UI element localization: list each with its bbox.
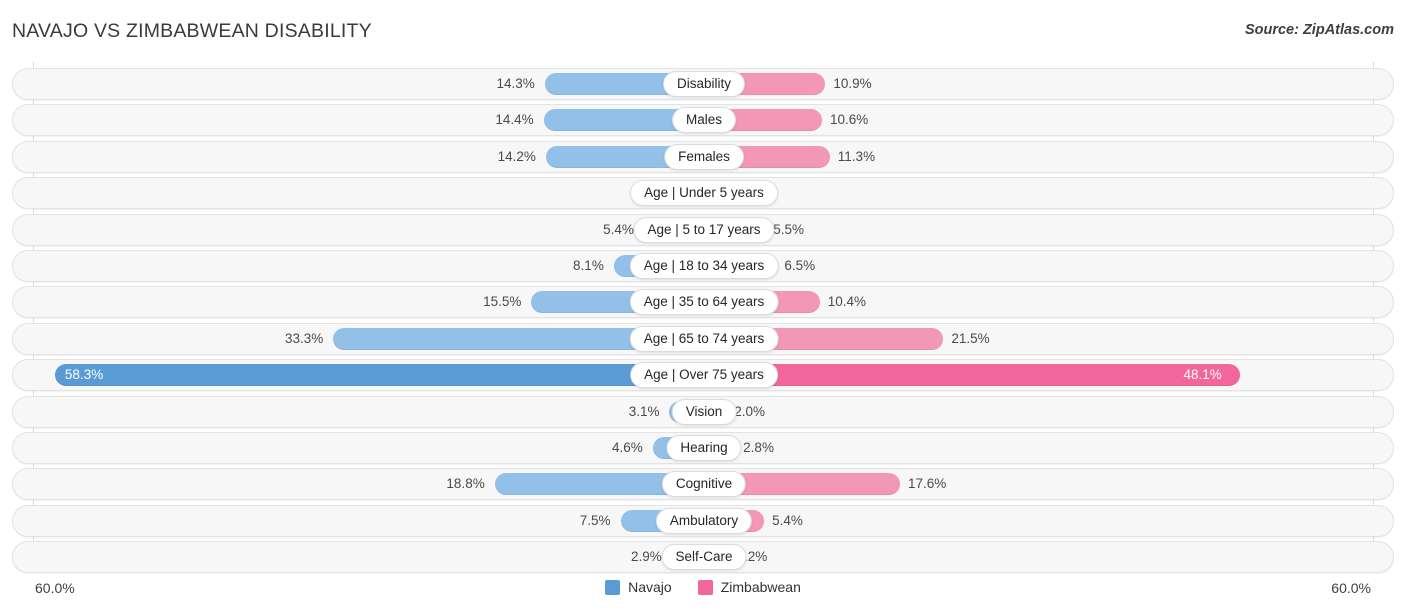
- value-label-zimbabwean: 11.3%: [837, 148, 876, 164]
- value-label-navajo: 7.5%: [579, 512, 611, 528]
- category-label[interactable]: Age | 65 to 74 years: [629, 325, 779, 352]
- table-row[interactable]: 18.8% 17.6% Cognitive: [12, 468, 1394, 501]
- category-label[interactable]: Ambulatory: [655, 507, 753, 534]
- row-content: 8.1% 6.5% Age | 18 to 34 years: [13, 251, 1393, 281]
- category-label[interactable]: Self-Care: [661, 544, 747, 571]
- row-content: 3.1% 2.0% Vision: [13, 397, 1393, 427]
- category-label[interactable]: Cognitive: [661, 471, 747, 498]
- table-row[interactable]: 15.5% 10.4% Age | 35 to 64 years: [12, 286, 1394, 319]
- source-attribution: Source: ZipAtlas.com: [1244, 22, 1394, 38]
- value-label-zimbabwean: 2.8%: [743, 440, 774, 455]
- value-label-navajo: 18.8%: [446, 476, 485, 492]
- bar-navajo: [54, 364, 704, 387]
- category-label[interactable]: Age | 5 to 17 years: [633, 216, 775, 243]
- row-content: 14.2% 11.3% Females: [13, 142, 1393, 172]
- value-label-navajo: 14.2%: [497, 148, 536, 164]
- category-label[interactable]: Females: [664, 143, 744, 170]
- category-label[interactable]: Age | Over 75 years: [630, 362, 778, 389]
- page-title: NAVAJO VS ZIMBABWEAN DISABILITY: [12, 20, 372, 42]
- row-content: 5.4% 5.5% Age | 5 to 17 years: [13, 215, 1393, 245]
- table-row[interactable]: 5.4% 5.5% Age | 5 to 17 years: [12, 213, 1394, 246]
- table-row[interactable]: 1.6%1.2%Age | Under 5 years: [12, 177, 1394, 210]
- value-label-zimbabwean: 5.4%: [772, 512, 803, 528]
- value-label-navajo: 15.5%: [483, 294, 522, 310]
- legend-swatch-icon: [605, 579, 621, 595]
- value-label-navajo: 3.1%: [628, 403, 660, 419]
- value-label-navajo: 8.1%: [573, 258, 604, 273]
- category-label[interactable]: Disability: [662, 71, 746, 97]
- category-label[interactable]: Age | 18 to 34 years: [629, 253, 779, 279]
- row-content: 1.6%1.2%Age | Under 5 years: [13, 178, 1393, 208]
- value-label-navajo: 14.4%: [495, 112, 534, 128]
- value-label-navajo: 33.3%: [284, 330, 324, 346]
- row-content: 4.6% 2.8% Hearing: [13, 433, 1393, 463]
- row-content: 58.3% 48.1% Age | Over 75 years: [13, 360, 1393, 390]
- bar-zimbabwean: [704, 364, 1240, 387]
- value-label-navajo: 5.4%: [603, 221, 634, 237]
- row-content: 18.8% 17.6% Cognitive: [13, 469, 1393, 499]
- value-label-navajo: 4.6%: [612, 440, 643, 455]
- row-content: 2.9% 2.2% Self-Care: [13, 542, 1393, 572]
- value-label-zimbabwean: 10.4%: [827, 294, 867, 310]
- row-content: 14.3% 10.9% Disability: [13, 69, 1393, 99]
- chart-plot-area: 14.3% 10.9% Disability 14.4% 10.6% Males 14.2%…: [0, 62, 1406, 574]
- value-label-navajo: 58.3%: [64, 367, 104, 383]
- legend-label: Navajo: [628, 579, 672, 595]
- table-row[interactable]: 3.1% 2.0% Vision: [12, 395, 1394, 428]
- table-row[interactable]: 4.6% 2.8% Hearing: [12, 432, 1394, 464]
- value-label-zimbabwean: 10.9%: [833, 76, 872, 91]
- page-header: NAVAJO VS ZIMBABWEAN DISABILITY Source: …: [0, 0, 1406, 62]
- chart-legend: Navajo Zimbabwean: [0, 579, 1406, 595]
- chart-page: NAVAJO VS ZIMBABWEAN DISABILITY Source: …: [0, 0, 1406, 612]
- table-row[interactable]: 2.9% 2.2% Self-Care: [12, 541, 1394, 574]
- value-label-zimbabwean: 5.5%: [773, 221, 804, 237]
- table-row[interactable]: 8.1% 6.5% Age | 18 to 34 years: [12, 250, 1394, 282]
- category-label[interactable]: Age | 35 to 64 years: [629, 289, 779, 316]
- value-label-navajo: 2.9%: [630, 549, 662, 565]
- row-content: 7.5% 5.4% Ambulatory: [13, 506, 1393, 536]
- category-label[interactable]: Males: [671, 107, 737, 134]
- value-label-zimbabwean: 17.6%: [907, 476, 947, 492]
- table-row[interactable]: 58.3% 48.1% Age | Over 75 years: [12, 359, 1394, 392]
- table-row[interactable]: 14.4% 10.6% Males: [12, 104, 1394, 137]
- value-label-zimbabwean: 10.6%: [830, 112, 869, 128]
- legend-swatch-icon: [697, 579, 713, 595]
- category-label[interactable]: Vision: [671, 398, 737, 425]
- table-row[interactable]: 14.3% 10.9% Disability: [12, 68, 1394, 100]
- value-label-zimbabwean: 48.1%: [1183, 367, 1222, 383]
- table-row[interactable]: 14.2% 11.3% Females: [12, 140, 1394, 173]
- category-label[interactable]: Hearing: [666, 435, 742, 461]
- value-label-zimbabwean: 2.0%: [734, 403, 766, 419]
- value-label-zimbabwean: 21.5%: [951, 330, 990, 346]
- row-content: 14.4% 10.6% Males: [13, 105, 1393, 135]
- row-content: 33.3% 21.5% Age | 65 to 74 years: [13, 324, 1393, 354]
- legend-label: Zimbabwean: [720, 579, 801, 595]
- legend-item[interactable]: Zimbabwean: [697, 579, 801, 595]
- table-row[interactable]: 7.5% 5.4% Ambulatory: [12, 504, 1394, 537]
- chart-rows: 14.3% 10.9% Disability 14.4% 10.6% Males 14.2%…: [0, 62, 1406, 574]
- legend-item[interactable]: Navajo: [605, 579, 672, 595]
- value-label-navajo: 14.3%: [496, 76, 535, 91]
- table-row[interactable]: 33.3% 21.5% Age | 65 to 74 years: [12, 322, 1394, 355]
- row-content: 15.5% 10.4% Age | 35 to 64 years: [13, 287, 1393, 317]
- chart-footer: 60.0% 60.0% Navajo Zimbabwean: [0, 570, 1406, 612]
- value-label-zimbabwean: 6.5%: [784, 258, 816, 273]
- category-label[interactable]: Age | Under 5 years: [630, 180, 778, 207]
